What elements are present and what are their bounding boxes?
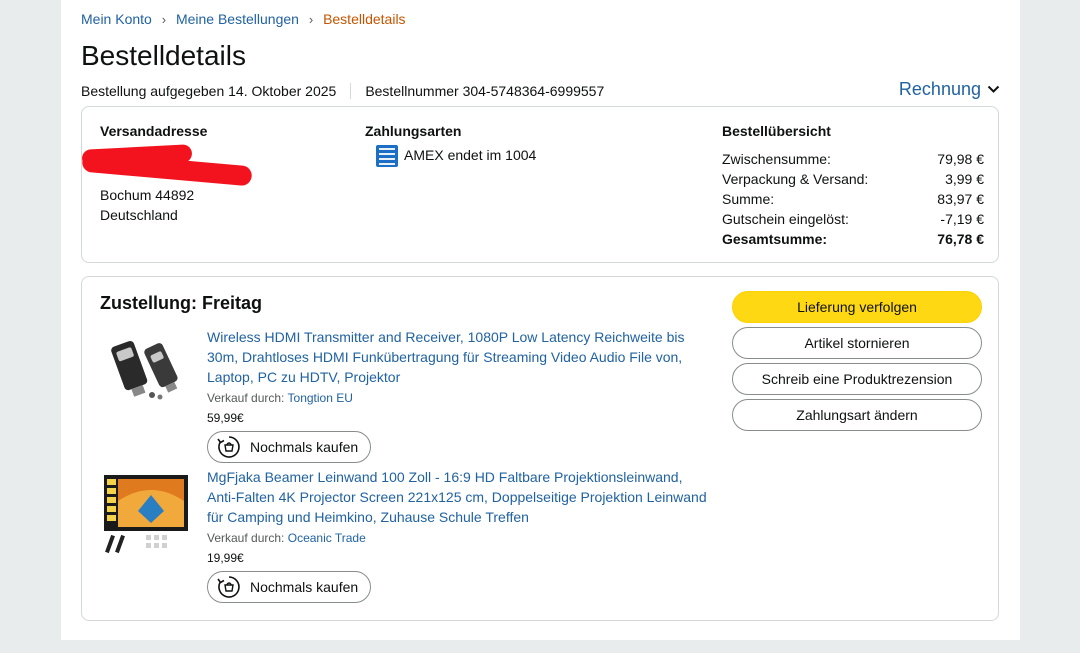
page-title: Bestelldetails [81,40,246,71]
summary-label: Summe: [722,191,775,207]
summary-value: -7,19 € [940,211,984,227]
summary-row: Verpackung & Versand: 3,99 € [722,169,984,189]
amex-card-icon [376,145,398,167]
hdmi-device-icon [111,340,178,400]
delivery-title: Zustellung: Freitag [100,293,262,313]
seller-info: Verkauf durch: Tongtion EU [207,391,353,405]
seller-info: Verkauf durch: Oceanic Trade [207,531,366,545]
summary-total-row: Gesamtsumme: 76,78 € [722,229,984,249]
summary-label: Gutschein eingelöst: [722,211,849,227]
product-title-link[interactable]: MgFjaka Beamer Leinwand 100 Zoll - 16:9 … [207,467,707,527]
invoice-dropdown[interactable]: Rechnung [899,79,1000,100]
product-price: 19,99€ [207,551,244,565]
shipping-country: Deutschland [100,207,178,223]
seller-prefix: Verkauf durch: [207,391,285,405]
summary-row: Gutschein eingelöst: -7,19 € [722,209,984,229]
summary-label: Verpackung & Versand: [722,171,869,187]
summary-heading: Bestellübersicht [722,123,831,139]
breadcrumb-separator: › [308,12,314,27]
buy-again-label: Nochmals kaufen [250,579,359,595]
summary-row: Summe: 83,97 € [722,189,984,209]
breadcrumb-current: Bestelldetails [323,11,406,27]
buy-again-button[interactable]: Nochmals kaufen [207,431,371,463]
summary-value: 3,99 € [945,171,984,187]
projection-screen-icon [104,475,188,554]
product-image-projection-screen[interactable] [102,471,190,559]
summary-value: 83,97 € [937,191,984,207]
cancel-items-button[interactable]: Artikel stornieren [732,327,982,359]
buy-again-button[interactable]: Nochmals kaufen [207,571,371,603]
meta-divider [350,83,352,99]
delivery-box: Zustellung: Freitag Lieferung verfolgen … [81,276,999,621]
breadcrumb-separator: › [161,12,167,27]
invoice-label: Rechnung [898,79,981,99]
order-date: Bestellung aufgegeben 14. Oktober 2025 [81,83,337,99]
order-number: Bestellnummer 304-5748364-6999557 [365,83,605,99]
shipping-city: Bochum 44892 [100,187,195,203]
order-info-box: Versandadresse Bochum 44892 Deutschland … [81,106,999,263]
summary-total-label: Gesamtsumme: [722,231,828,247]
buy-again-icon [217,436,240,458]
seller-link[interactable]: Tongtion EU [288,391,353,405]
product-price: 59,99€ [207,411,244,425]
product-image-hdmi-transmitter[interactable] [106,327,186,407]
change-payment-button[interactable]: Zahlungsart ändern [732,399,982,431]
order-details-page: Mein Konto › Meine Bestellungen › Bestel… [61,0,1020,640]
buy-again-icon [217,576,240,598]
product-title-link[interactable]: Wireless HDMI Transmitter and Receiver, … [207,327,707,387]
summary-value: 79,98 € [937,151,984,167]
breadcrumb-link-account[interactable]: Mein Konto [81,11,152,27]
order-summary: Zwischensumme: 79,98 € Verpackung & Vers… [722,149,984,249]
breadcrumb: Mein Konto › Meine Bestellungen › Bestel… [81,11,406,27]
summary-row: Zwischensumme: 79,98 € [722,149,984,169]
order-meta: Bestellung aufgegeben 14. Oktober 2025 B… [81,83,604,99]
seller-link[interactable]: Oceanic Trade [288,531,366,545]
chevron-down-icon [987,85,1000,93]
payment-heading: Zahlungsarten [365,123,462,139]
seller-prefix: Verkauf durch: [207,531,285,545]
summary-total-value: 76,78 € [937,231,984,247]
buy-again-label: Nochmals kaufen [250,439,359,455]
shipping-heading: Versandadresse [100,123,208,139]
breadcrumb-link-orders[interactable]: Meine Bestellungen [176,11,299,27]
summary-label: Zwischensumme: [722,151,831,167]
track-package-button[interactable]: Lieferung verfolgen [732,291,982,323]
write-review-button[interactable]: Schreib eine Produktrezension [732,363,982,395]
payment-method: AMEX endet im 1004 [404,147,537,163]
